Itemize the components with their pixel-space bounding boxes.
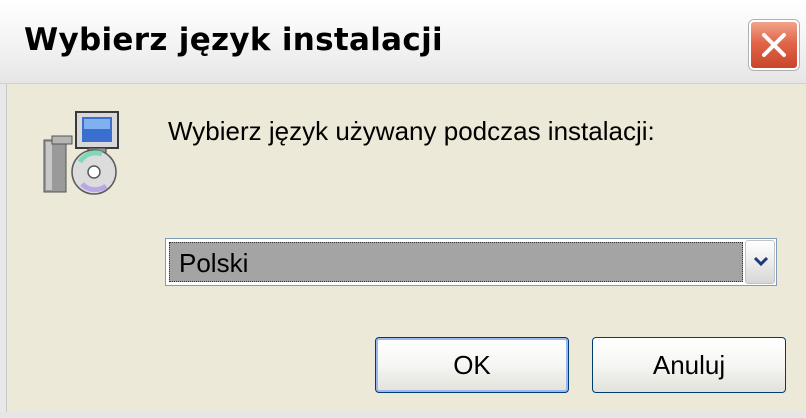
close-icon [762, 33, 786, 57]
window-border [0, 84, 7, 418]
window-title: Wybierz język instalacji [24, 22, 443, 58]
prompt-label: Wybierz język używany podczas instalacji… [168, 116, 655, 146]
language-select[interactable]: Polski [165, 238, 777, 286]
select-value-area[interactable]: Polski [169, 242, 743, 282]
chevron-down-icon [753, 256, 769, 267]
installer-icon [36, 106, 120, 198]
dropdown-button[interactable] [745, 240, 775, 284]
dialog-window: Wybierz język instalacji Wybierz język u… [0, 0, 806, 418]
selected-language: Polski [179, 248, 249, 278]
window-border-bottom [0, 412, 806, 418]
close-button[interactable] [749, 20, 799, 70]
title-bar[interactable]: Wybierz język instalacji [0, 0, 806, 84]
ok-button[interactable]: OK [375, 337, 569, 393]
cancel-button[interactable]: Anuluj [592, 337, 786, 393]
